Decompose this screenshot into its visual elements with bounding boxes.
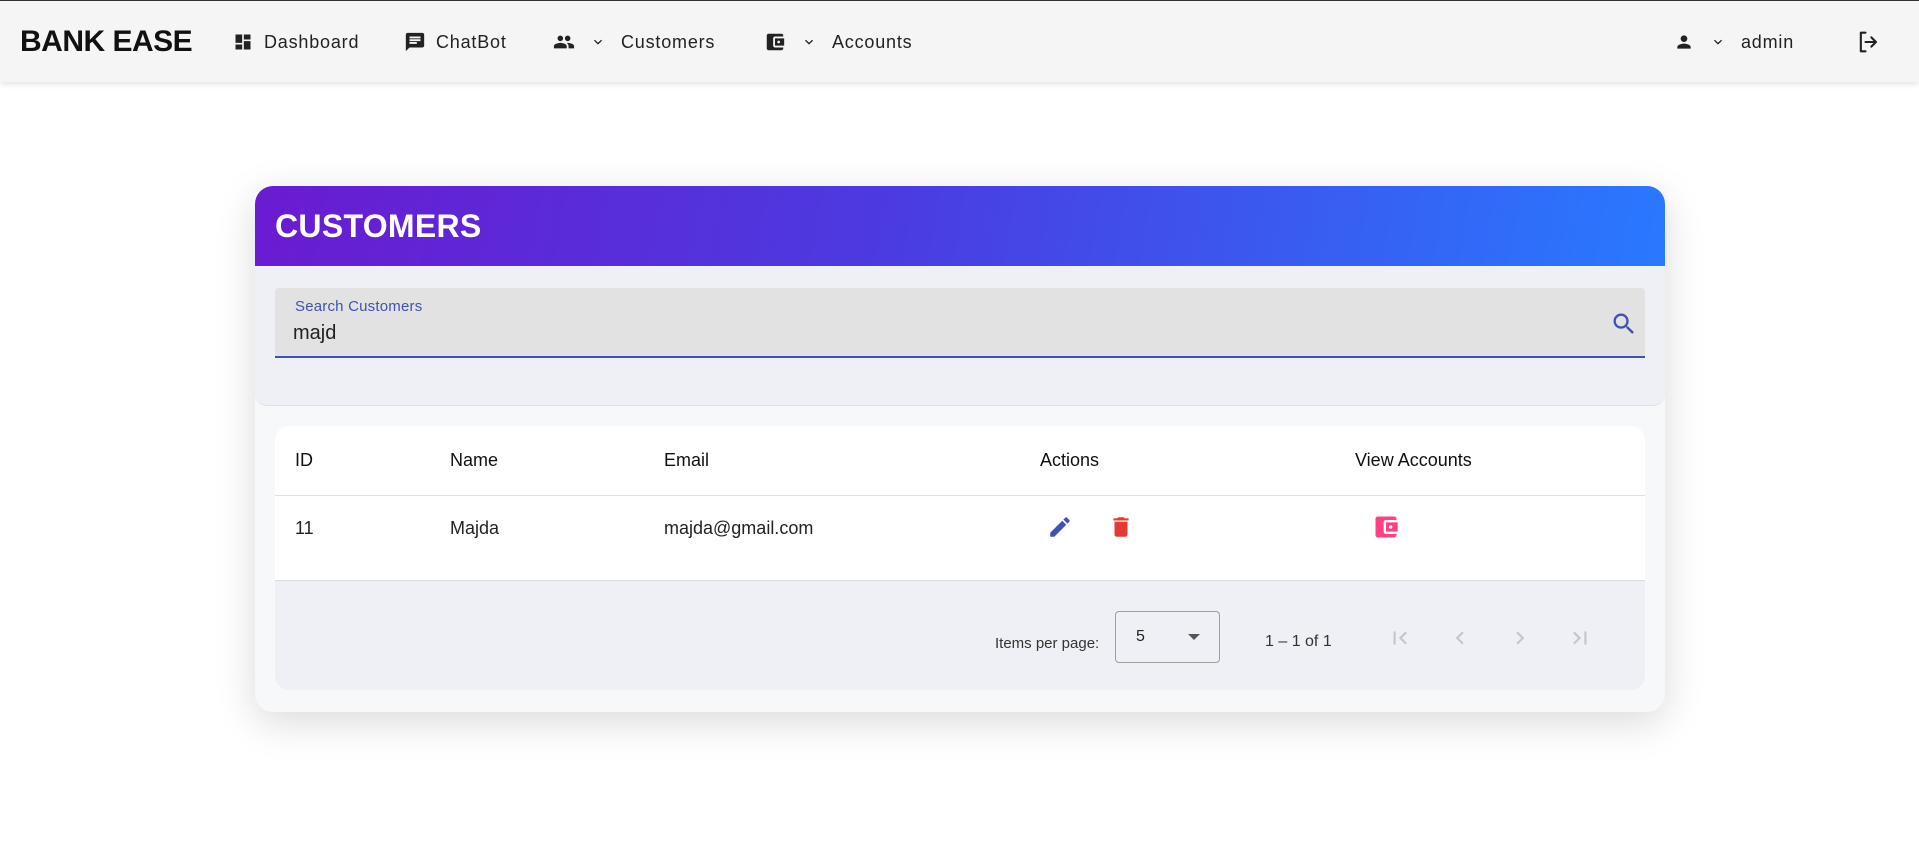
logout-button[interactable] bbox=[1854, 27, 1884, 57]
chevron-right-icon bbox=[1516, 631, 1525, 645]
brand-logo[interactable]: BANK EASE bbox=[20, 25, 193, 59]
wallet-icon bbox=[764, 31, 786, 53]
card-header: CUSTOMERS bbox=[255, 186, 1665, 266]
nav-accounts-label: Accounts bbox=[832, 31, 913, 52]
page-range-label: 1 – 1 of 1 bbox=[1265, 633, 1332, 650]
search-icon[interactable] bbox=[1610, 310, 1638, 338]
search-section: Search Customers bbox=[255, 266, 1665, 406]
search-label: Search Customers bbox=[295, 298, 423, 315]
customers-table: ID Name Email Actions View Accounts 11 M… bbox=[275, 426, 1645, 581]
user-menu[interactable]: admin bbox=[1673, 28, 1794, 56]
column-header-email: Email bbox=[664, 450, 710, 470]
nav-dashboard-label: Dashboard bbox=[264, 31, 360, 52]
nav-chatbot[interactable]: ChatBot bbox=[404, 28, 507, 56]
last-page-icon bbox=[1573, 631, 1587, 645]
person-icon bbox=[1673, 31, 1695, 53]
page-title: CUSTOMERS bbox=[275, 208, 482, 244]
customers-table-container: ID Name Email Actions View Accounts 11 M… bbox=[275, 426, 1645, 690]
customers-card: CUSTOMERS Search Customers ID Name Email… bbox=[255, 186, 1665, 712]
nav-chatbot-label: ChatBot bbox=[436, 31, 507, 52]
dashboard-icon bbox=[232, 31, 254, 53]
dropdown-caret-icon bbox=[1188, 634, 1200, 640]
page-size-select[interactable]: 5 bbox=[1115, 611, 1220, 663]
nav-customers[interactable]: Customers bbox=[553, 28, 715, 56]
header-divider bbox=[275, 495, 1645, 496]
last-page-button[interactable] bbox=[1565, 623, 1595, 653]
top-navbar: BANK EASE Dashboard ChatBot Customers Ac… bbox=[0, 0, 1919, 82]
chevron-down-icon bbox=[800, 33, 818, 51]
first-page-button[interactable] bbox=[1385, 623, 1415, 653]
logout-icon bbox=[1859, 31, 1878, 53]
column-header-view-accounts: View Accounts bbox=[1355, 450, 1472, 470]
paginator: Items per page: 5 1 – 1 of 1 bbox=[275, 581, 1645, 690]
chevron-down-icon bbox=[1709, 33, 1727, 51]
cell-name: Majda bbox=[450, 518, 500, 538]
trash-icon bbox=[1113, 517, 1129, 537]
pencil-icon bbox=[1050, 517, 1070, 537]
search-field[interactable]: Search Customers bbox=[275, 288, 1645, 358]
chevron-left-icon bbox=[1455, 631, 1464, 645]
cell-id: 11 bbox=[295, 518, 314, 538]
edit-button[interactable] bbox=[1043, 510, 1077, 544]
wallet-icon bbox=[1375, 516, 1398, 538]
column-header-id: ID bbox=[295, 450, 313, 470]
column-header-actions: Actions bbox=[1040, 450, 1100, 470]
next-page-button[interactable] bbox=[1505, 623, 1535, 653]
column-header-name: Name bbox=[450, 450, 499, 470]
cell-email: majda@gmail.com bbox=[664, 518, 814, 538]
items-per-page-label: Items per page: bbox=[995, 635, 1100, 652]
nav-dashboard[interactable]: Dashboard bbox=[232, 28, 359, 56]
chat-icon bbox=[404, 31, 426, 53]
delete-button[interactable] bbox=[1104, 510, 1138, 544]
nav-customers-label: Customers bbox=[621, 31, 716, 52]
view-accounts-button[interactable] bbox=[1369, 510, 1403, 544]
people-icon bbox=[553, 31, 575, 53]
chevron-down-icon bbox=[589, 33, 607, 51]
nav-accounts[interactable]: Accounts bbox=[764, 28, 912, 56]
previous-page-button[interactable] bbox=[1445, 623, 1475, 653]
user-name: admin bbox=[1741, 31, 1795, 52]
search-input[interactable] bbox=[293, 318, 1573, 348]
first-page-icon bbox=[1393, 631, 1407, 645]
page-size-value: 5 bbox=[1136, 628, 1145, 645]
